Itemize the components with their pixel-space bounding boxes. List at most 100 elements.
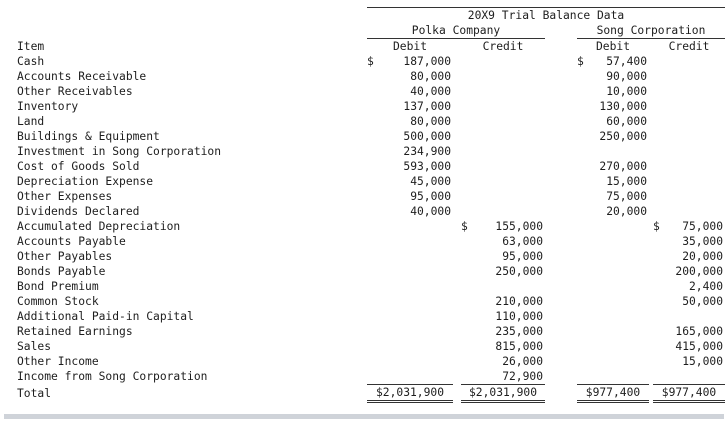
polka-credit-cell — [461, 174, 545, 189]
song-credit-cell-value: 50,000 — [682, 295, 723, 308]
polka-debit-cell: 234,900 — [367, 144, 453, 159]
polka-debit-total: $2,031,900 — [367, 384, 453, 403]
polka-credit-cell — [461, 159, 545, 174]
song-credit-cell-value: 200,000 — [675, 265, 723, 278]
song-debit-cell-value: 15,000 — [606, 175, 647, 188]
song-debit-cell-dollar-sign: $ — [577, 55, 584, 68]
table-row: Other Payables 95,000 20,000 — [17, 249, 725, 264]
polka-credit-cell: 235,000 — [461, 324, 545, 339]
song-credit-cell — [653, 54, 725, 69]
song-debit-total: $977,400 — [577, 384, 649, 403]
table-row: Other Receivables 40,000 10,000 — [17, 84, 725, 99]
polka-credit-cell-value: 95,000 — [502, 250, 543, 263]
song-debit-cell — [577, 144, 649, 159]
song-debit-cell — [577, 234, 649, 249]
song-debit-cell — [577, 339, 649, 354]
row-item-label: Additional Paid-in Capital — [17, 310, 194, 323]
song-debit-cell — [577, 264, 649, 279]
polka-credit-cell-value: 72,900 — [502, 370, 543, 383]
table-row: Land 80,000 60,000 — [17, 114, 725, 129]
table-row: Other Expenses 95,000 75,000 — [17, 189, 725, 204]
polka-credit-cell: 815,000 — [461, 339, 545, 354]
song-debit-cell: 90,000 — [577, 69, 649, 84]
table-row: Additional Paid-in Capital 110,000 — [17, 309, 725, 324]
song-debit-cell: 20,000 — [577, 204, 649, 219]
polka-debit-cell-value: 80,000 — [410, 70, 451, 83]
song-debit-cell: 130,000 — [577, 99, 649, 114]
polka-credit-cell-value: 815,000 — [495, 340, 543, 353]
polka-debit-cell: 40,000 — [367, 84, 453, 99]
row-item-label: Cost of Goods Sold — [17, 160, 140, 173]
song-debit-cell — [577, 369, 649, 385]
polka-credit-cell — [461, 114, 545, 129]
table-row: Other Income 26,000 15,000 — [17, 354, 725, 369]
row-item-label: Other Expenses — [17, 190, 113, 203]
company-song-header: Song Corporation — [577, 23, 725, 39]
row-item-label: Income from Song Corporation — [17, 370, 208, 384]
song-debit-cell-value: 10,000 — [606, 85, 647, 98]
polka-debit-cell — [367, 294, 453, 309]
polka-debit-cell: 137,000 — [367, 99, 453, 114]
polka-debit-cell-value: 234,900 — [403, 145, 451, 158]
row-item-label: Other Income — [17, 355, 99, 368]
table-row: Sales 815,000 415,000 — [17, 339, 725, 354]
song-credit-cell — [653, 99, 725, 114]
polka-credit-cell — [461, 84, 545, 99]
table-row: Depreciation Expense 45,000 15,000 — [17, 174, 725, 189]
polka-debit-cell-value: 187,000 — [403, 55, 451, 68]
song-debit-cell: 60,000 — [577, 114, 649, 129]
song-credit-cell: 20,000 — [653, 249, 725, 264]
song-debit-cell-value: 75,000 — [606, 190, 647, 203]
polka-debit-cell — [367, 339, 453, 354]
song-debit-cell — [577, 249, 649, 264]
polka-debit-cell — [367, 264, 453, 279]
song-credit-cell: 35,000 — [653, 234, 725, 249]
polka-credit-cell — [461, 144, 545, 159]
polka-credit-cell-value: 210,000 — [495, 295, 543, 308]
row-item-label: Land — [17, 115, 45, 128]
song-credit-cell: 2,400 — [653, 279, 725, 294]
polka-credit-cell: 26,000 — [461, 354, 545, 369]
table-row: Retained Earnings 235,000 165,000 — [17, 324, 725, 339]
table-row: Buildings & Equipment 500,000 250,000 — [17, 129, 725, 144]
polka-credit-cell-value: 235,000 — [495, 325, 543, 338]
row-item-label: Bonds Payable — [17, 265, 106, 278]
polka-credit-cell: 250,000 — [461, 264, 545, 279]
row-item-label: Bond Premium — [17, 280, 99, 293]
row-item-label: Inventory — [17, 100, 79, 113]
polka-debit-cell — [367, 249, 453, 264]
song-debit-cell — [577, 279, 649, 294]
table-row: Bonds Payable 250,000 200,000 — [17, 264, 725, 279]
polka-debit-cell — [367, 219, 453, 234]
song-credit-cell-value: 165,000 — [675, 325, 723, 338]
song-debit-cell-value: 90,000 — [606, 70, 647, 83]
polka-debit-cell: 40,000 — [367, 204, 453, 219]
row-item-label: Accumulated Depreciation — [17, 220, 181, 233]
polka-debit-cell: $187,000 — [367, 54, 453, 69]
song-credit-cell-value: 75,000 — [682, 220, 723, 233]
song-debit-cell-value: 20,000 — [606, 205, 647, 218]
table-row: Cost of Goods Sold 593,000 270,000 — [17, 159, 725, 174]
polka-credit-cell: 95,000 — [461, 249, 545, 264]
polka-credit-cell — [461, 69, 545, 84]
polka-debit-cell — [367, 354, 453, 369]
row-item-label: Retained Earnings — [17, 325, 133, 338]
table-row: Investment in Song Corporation 234,900 — [17, 144, 725, 159]
polka-debit-cell — [367, 234, 453, 249]
polka-debit-cell — [367, 369, 453, 385]
polka-debit-cell — [367, 324, 453, 339]
song-credit-cell-value: 15,000 — [682, 355, 723, 368]
song-debit-cell-value: 250,000 — [599, 130, 647, 143]
song-credit-cell — [653, 69, 725, 84]
footer-divider — [4, 414, 724, 419]
table-row: Cash $187,000 $57,400 — [17, 54, 725, 69]
polka-credit-cell: 63,000 — [461, 234, 545, 249]
song-credit-cell-value: 20,000 — [682, 250, 723, 263]
row-item-label: Dividends Declared — [17, 205, 140, 218]
song-credit-total: $977,400 — [653, 384, 725, 403]
row-item-label: Buildings & Equipment — [17, 130, 160, 143]
song-debit-header: Debit — [595, 40, 630, 53]
song-debit-cell-value: 60,000 — [606, 115, 647, 128]
row-item-label: Depreciation Expense — [17, 175, 154, 188]
row-item-label: Cash — [17, 55, 45, 68]
